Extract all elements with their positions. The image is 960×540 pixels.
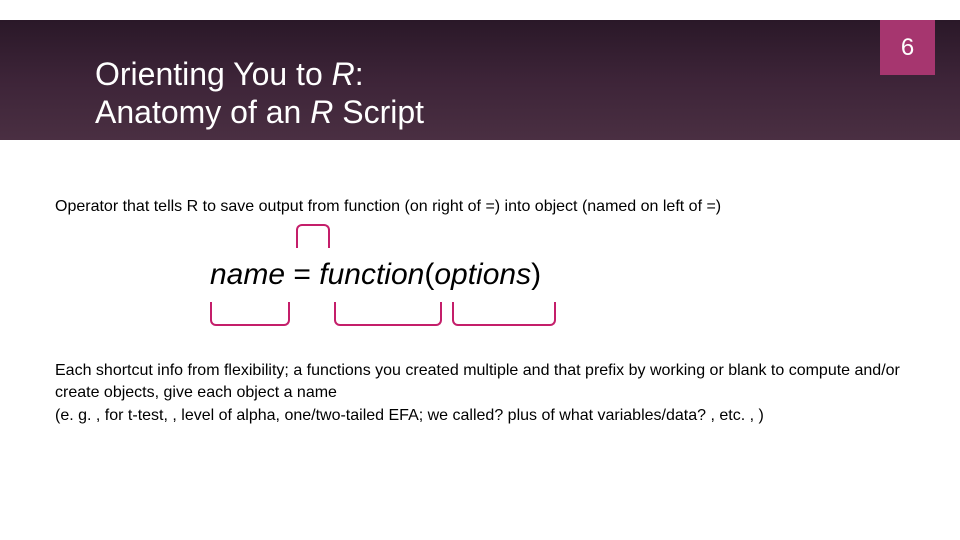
code-options: options [434, 258, 531, 291]
title-line2-part3: Script [333, 94, 424, 130]
code-paren-open: ( [424, 258, 434, 291]
operator-description: Operator that tells R to save output fro… [55, 198, 721, 216]
title-line1-part3: : [355, 56, 364, 92]
description-line1: Each shortcut info from flexibility; a f… [55, 360, 905, 405]
code-paren-close: ) [531, 258, 541, 291]
bracket-equals [296, 224, 330, 248]
title-line2-part1: Anatomy of an [95, 94, 310, 130]
bracket-function [334, 302, 442, 326]
code-expression: name = function(options) [210, 258, 541, 292]
title-line1-italic: R [332, 56, 355, 92]
title-line2-italic: R [310, 94, 333, 130]
page-number-badge: 6 [880, 20, 935, 75]
bracket-options [452, 302, 556, 326]
title-line1-part1: Orienting You to [95, 56, 332, 92]
slide-title: Orienting You to R: Anatomy of an R Scri… [95, 55, 424, 132]
description-line2: (e. g. , for t-test, , level of alpha, o… [55, 405, 905, 427]
code-function: function [319, 258, 424, 291]
bracket-name [210, 302, 290, 326]
description-block: Each shortcut info from flexibility; a f… [55, 360, 905, 427]
page-number: 6 [901, 34, 914, 62]
code-equals: = [285, 258, 319, 291]
code-name: name [210, 258, 285, 291]
